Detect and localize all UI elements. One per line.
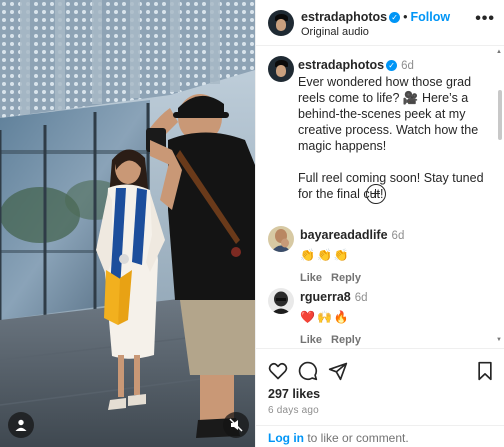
add-comment-icon[interactable] <box>366 184 386 204</box>
comment-actions: Like Reply <box>300 334 490 346</box>
commenter-username[interactable]: bayareadadlife <box>300 228 388 242</box>
comment-body: bayareadadlife 6d 👏👏👏 Like Reply <box>300 228 490 284</box>
share-icon[interactable] <box>328 361 348 381</box>
instagram-post: estradaphotos ✓ • Follow Original audio •••… <box>0 0 504 447</box>
post-header: estradaphotos ✓ • Follow Original audio ••• <box>256 0 504 46</box>
caption-time: 6d <box>401 60 414 72</box>
comments-scrollbar[interactable] <box>498 90 502 140</box>
scroll-up-arrow-icon[interactable]: ▲ <box>496 49 502 55</box>
separator-dot: • <box>403 10 408 24</box>
author-username[interactable]: estradaphotos <box>301 10 387 24</box>
post-details-panel: estradaphotos ✓ • Follow Original audio •••… <box>255 0 504 447</box>
comment-actions: Like Reply <box>300 272 490 284</box>
caption-username[interactable]: estradaphotos <box>298 58 384 72</box>
comment-time: 6d <box>391 230 405 242</box>
more-options-icon[interactable]: ••• <box>475 11 495 27</box>
post-actions-footer: 297 likes 6 days ago Log in to like or c… <box>256 348 504 447</box>
caption-text-block: estradaphotos ✓ 6d Ever wondered how those… <box>298 57 498 202</box>
comment-like-button[interactable]: Like <box>300 272 322 284</box>
comment-like-button[interactable]: Like <box>300 334 322 346</box>
login-prompt: Log in to like or comment. <box>256 425 504 447</box>
comment-text: 👏👏👏 <box>300 248 351 262</box>
comment-time: 6d <box>354 292 368 304</box>
comment-reply-button[interactable]: Reply <box>331 272 361 284</box>
author-avatar[interactable] <box>268 10 294 36</box>
scroll-down-arrow-icon[interactable]: ▼ <box>496 337 502 343</box>
people-tag-icon[interactable] <box>8 412 34 438</box>
comments-scroll-area[interactable]: estradaphotos ✓ 6d Ever wondered how those… <box>256 46 504 348</box>
bookmark-icon[interactable] <box>476 361 494 381</box>
comment-body: rguerra8 6d ❤️🙌🔥 Like Reply <box>300 290 490 346</box>
post-media-video[interactable] <box>0 0 255 447</box>
login-prompt-text: to like or comment. <box>304 431 409 445</box>
header-user-line: estradaphotos ✓ • Follow <box>301 10 450 24</box>
likes-count[interactable]: 297 likes <box>268 387 320 401</box>
caption-author-avatar[interactable] <box>268 56 294 82</box>
comment-text: ❤️🙌🔥 <box>300 310 351 324</box>
commenter-username[interactable]: rguerra8 <box>300 290 351 304</box>
behind-the-scenes-photo <box>0 0 255 447</box>
verified-badge-icon: ✓ <box>386 60 398 72</box>
audio-label[interactable]: Original audio <box>301 26 369 38</box>
commenter-avatar[interactable] <box>268 226 294 252</box>
comment-icon[interactable] <box>298 361 318 381</box>
caption-text: Ever wondered how those grad reels come … <box>298 75 479 153</box>
follow-button[interactable]: Follow <box>411 10 451 24</box>
post-date: 6 days ago <box>268 405 319 416</box>
comment-reply-button[interactable]: Reply <box>331 334 361 346</box>
mute-icon[interactable] <box>223 412 249 438</box>
caption-text-2: Full reel coming soon! Stay tuned for th… <box>298 171 484 201</box>
login-link[interactable]: Log in <box>268 431 304 445</box>
commenter-avatar[interactable] <box>268 288 294 314</box>
verified-badge-icon: ✓ <box>389 12 401 24</box>
heart-icon[interactable] <box>268 361 288 381</box>
action-icons-row <box>268 361 493 383</box>
